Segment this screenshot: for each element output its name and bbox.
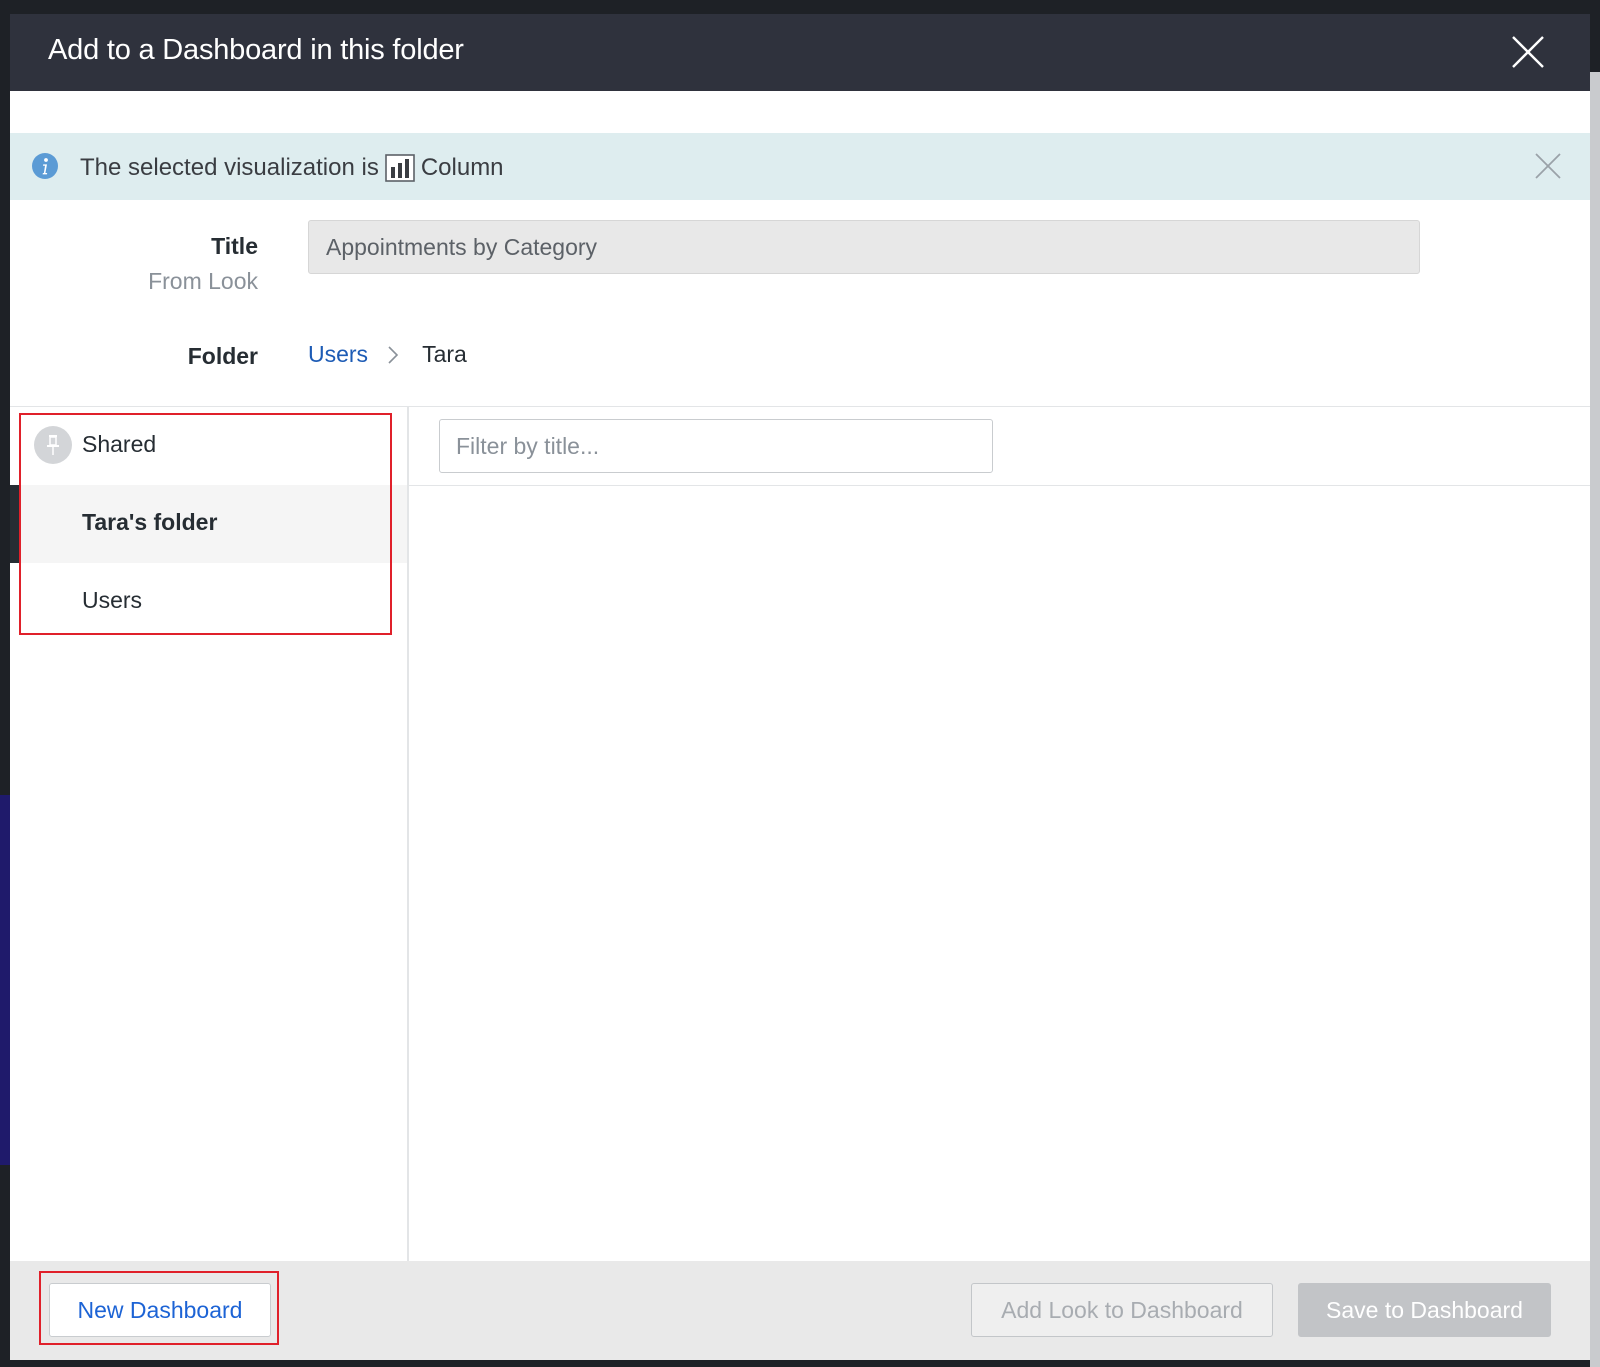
breadcrumb: Users Tara	[308, 341, 467, 368]
folder-sidebar: Shared Tara's folder Users	[10, 407, 409, 1275]
divider	[409, 485, 1590, 486]
info-banner: The selected visualization is Column	[10, 133, 1590, 200]
save-to-dashboard-button[interactable]: Save to Dashboard	[1298, 1283, 1551, 1337]
dismiss-banner-icon[interactable]	[1534, 152, 1562, 180]
title-label: Title	[211, 233, 258, 259]
sidebar-item-label: Tara's folder	[82, 509, 218, 535]
folder-label: Folder	[187, 343, 258, 369]
sidebar-item-label: Shared	[82, 431, 157, 457]
breadcrumb-current: Tara	[422, 341, 467, 367]
sidebar-item-taras-folder[interactable]: Tara's folder	[10, 485, 407, 563]
info-icon	[32, 153, 58, 179]
column-chart-icon	[385, 154, 415, 182]
modal-title: Add to a Dashboard in this folder	[48, 34, 464, 66]
backdrop-edge	[1590, 72, 1600, 1367]
new-dashboard-button[interactable]: New Dashboard	[49, 1283, 271, 1337]
add-look-to-dashboard-button[interactable]: Add Look to Dashboard	[971, 1283, 1273, 1337]
filter-input[interactable]	[439, 419, 993, 473]
sidebar-item-shared[interactable]: Shared	[10, 407, 407, 485]
add-to-dashboard-modal: Add to a Dashboard in this folder The se…	[10, 14, 1590, 1360]
sidebar-item-users[interactable]: Users	[10, 563, 407, 641]
title-input[interactable]	[308, 220, 1420, 274]
breadcrumb-users-link[interactable]: Users	[308, 341, 368, 368]
pin-icon	[34, 426, 72, 464]
modal-header: Add to a Dashboard in this folder	[10, 14, 1590, 91]
backdrop-accent	[0, 795, 10, 1165]
modal-footer: New Dashboard Add Look to Dashboard Save…	[10, 1261, 1590, 1360]
info-message: The selected visualization is Column	[80, 154, 504, 182]
info-text-prefix: The selected visualization is	[80, 154, 379, 181]
sidebar-item-label: Users	[82, 587, 143, 613]
viz-type-label: Column	[420, 154, 504, 181]
chevron-right-icon	[388, 345, 399, 364]
close-icon[interactable]	[1510, 34, 1546, 70]
title-source-label: From Look	[148, 268, 258, 294]
